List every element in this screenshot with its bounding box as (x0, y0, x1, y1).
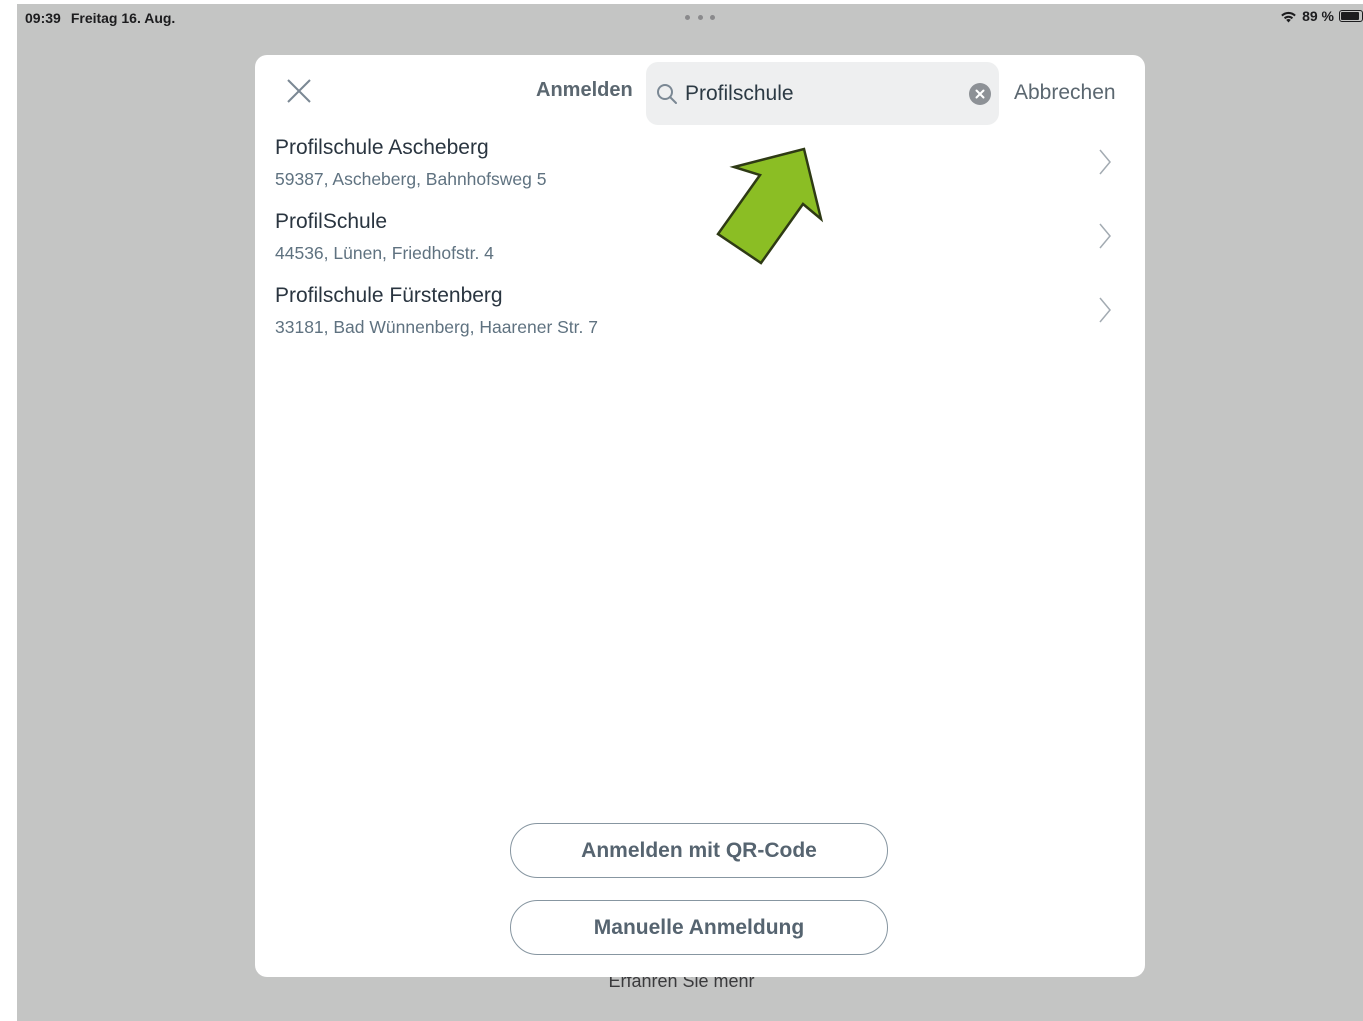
result-name: ProfilSchule (275, 210, 388, 233)
status-bar: 09:39 Freitag 16. Aug. 89 % (17, 4, 1363, 30)
chevron-right-icon (1099, 297, 1111, 323)
search-field[interactable] (646, 62, 999, 125)
result-name: Profilschule Ascheberg (275, 136, 489, 159)
battery-percentage: 89 % (1302, 8, 1334, 24)
multitasking-dots-icon[interactable] (685, 15, 715, 21)
battery-icon (1339, 10, 1363, 22)
green-arrow-annotation-icon (716, 147, 824, 265)
chevron-right-icon (1099, 149, 1111, 175)
result-address: 59387, Ascheberg, Bahnhofsweg 5 (275, 169, 547, 189)
close-icon (287, 79, 311, 103)
chevron-right-icon (1099, 223, 1111, 249)
result-address: 33181, Bad Wünnenberg, Haarener Str. 7 (275, 317, 598, 337)
manual-login-button[interactable]: Manuelle Anmeldung (510, 900, 888, 955)
modal-title: Anmelden (536, 79, 633, 101)
status-indicators: 89 % (1280, 8, 1363, 24)
status-date: Freitag 16. Aug. (70, 10, 176, 26)
cancel-button[interactable]: Abbrechen (1014, 81, 1116, 105)
clear-search-icon[interactable] (969, 83, 991, 105)
search-input[interactable] (685, 74, 955, 114)
close-button[interactable] (283, 77, 313, 107)
search-icon (657, 84, 677, 104)
status-time-date: 09:39 Freitag 16. Aug. (25, 10, 175, 26)
qr-login-button[interactable]: Anmelden mit QR-Code (510, 823, 888, 878)
result-name: Profilschule Fürstenberg (275, 284, 503, 307)
wifi-icon (1281, 11, 1296, 22)
result-address: 44536, Lünen, Friedhofstr. 4 (275, 243, 494, 263)
status-time: 09:39 (25, 10, 61, 26)
result-item[interactable]: Profilschule Fürstenberg 33181, Bad Wünn… (255, 277, 1145, 351)
